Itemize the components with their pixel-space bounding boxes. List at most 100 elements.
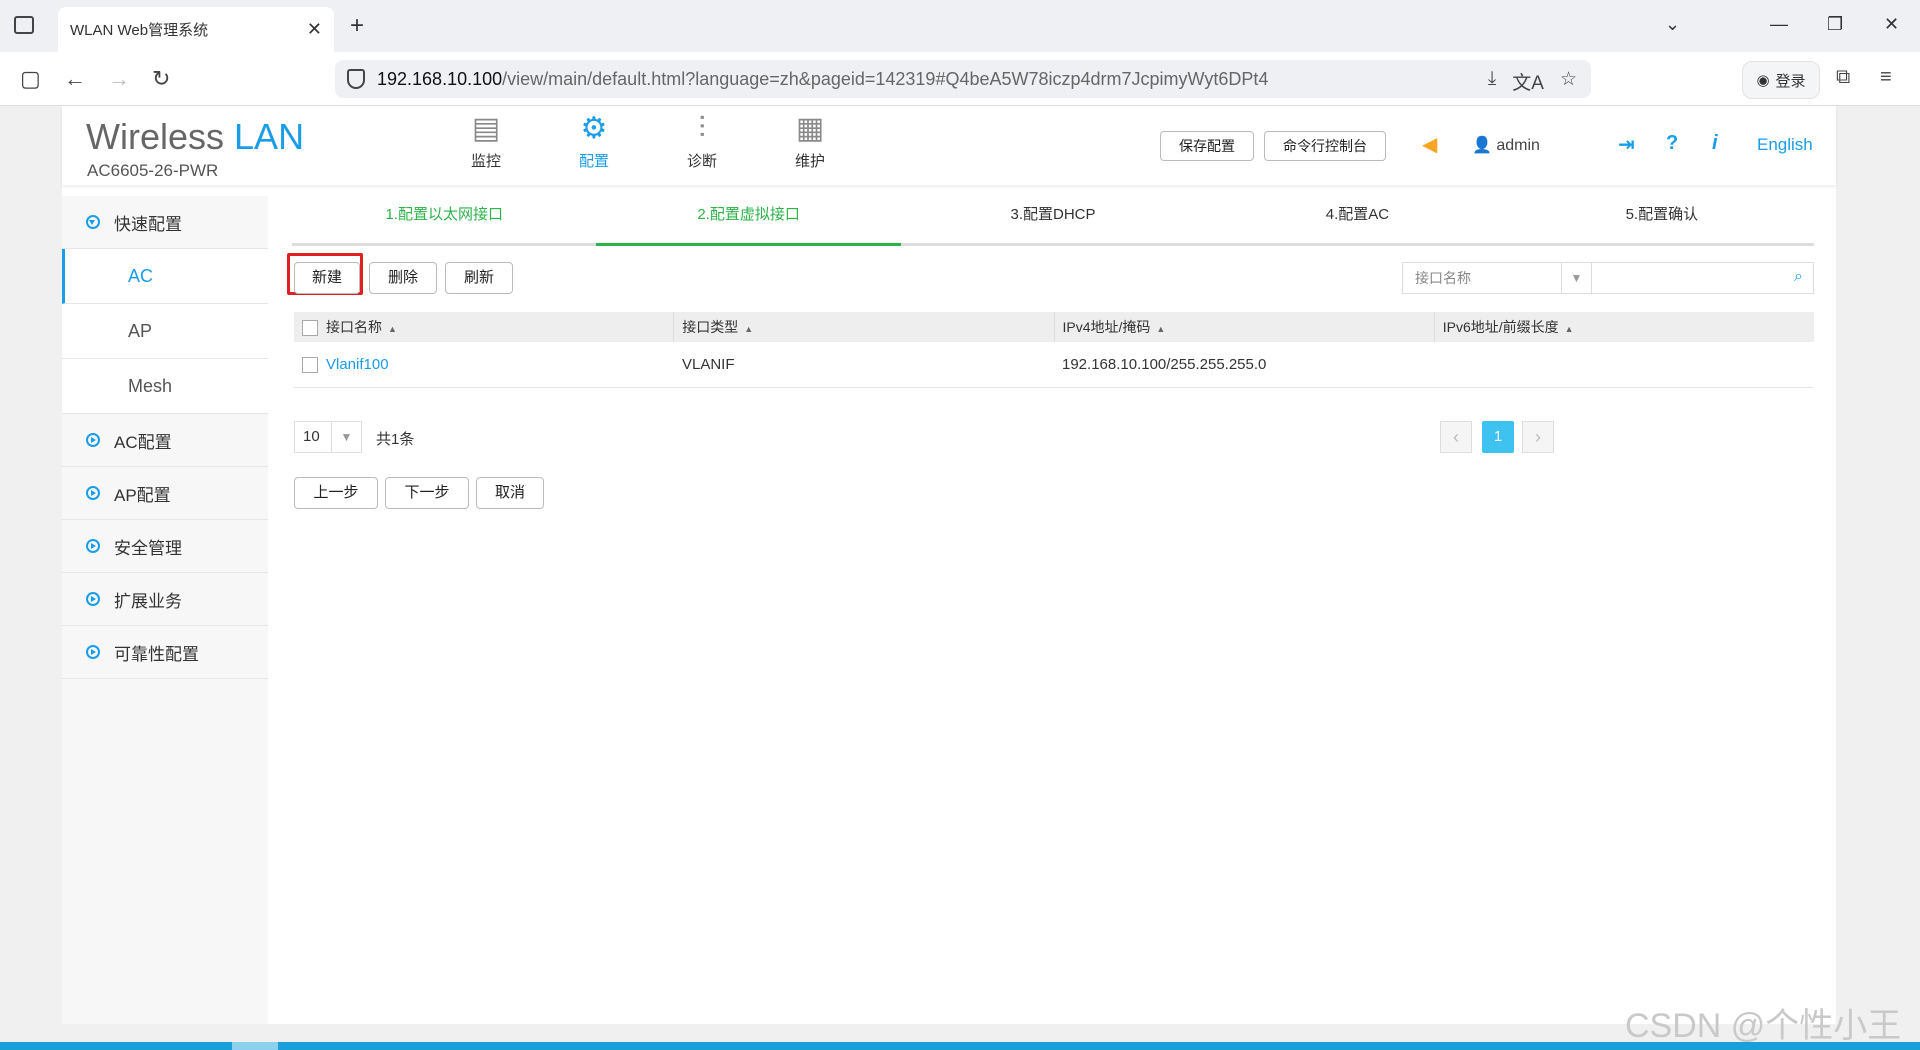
save-config-button[interactable]: 保存配置 — [1160, 131, 1254, 161]
sidebar-label: 快速配置 — [114, 214, 182, 234]
username: admin — [1496, 137, 1540, 154]
search-icon[interactable]: ⌕ — [1794, 268, 1803, 286]
bookmark-star-icon[interactable]: ☆ — [1560, 68, 1577, 95]
step-5[interactable]: 5.配置确认 — [1510, 196, 1814, 243]
wlan-app: Wireless LAN AC6605-26-PWR ▤ 监控 ⚙ 配置 ⫶ 诊… — [62, 106, 1836, 1024]
url-path: /view/main/default.html?language=zh&page… — [502, 68, 1269, 89]
minimize-icon[interactable]: — — [1770, 14, 1788, 35]
step-2[interactable]: 2.配置虚拟接口 — [596, 196, 902, 246]
nav-config[interactable]: ⚙ 配置 — [540, 112, 648, 171]
search-field-select[interactable]: 接口名称 ▼ — [1402, 262, 1591, 294]
sidebar-toggle-icon[interactable]: ▢ — [20, 66, 41, 92]
maintenance-icon: ▦ — [795, 112, 825, 145]
language-switch[interactable]: English — [1757, 135, 1813, 155]
sort-icon: ▲ — [1156, 324, 1166, 334]
site-info-icon[interactable] — [347, 69, 365, 89]
gear-icon: ⚙ — [580, 112, 608, 145]
address-bar[interactable]: 192.168.10.100/view/main/default.html?la… — [335, 60, 1591, 98]
download-icon[interactable]: ⤓ — [1488, 68, 1496, 95]
col-type[interactable]: 接口类型 ▲ — [674, 312, 1055, 342]
browser-tab[interactable]: WLAN Web管理系统 ✕ — [58, 7, 334, 52]
chevron-down-icon: ▼ — [1561, 263, 1591, 293]
search-input[interactable]: ⌕ — [1591, 262, 1814, 294]
new-button[interactable]: 新建 — [294, 262, 360, 294]
cell-ipv6 — [1434, 342, 1814, 387]
col-ipv4[interactable]: IPv4地址/掩码 ▲ — [1055, 312, 1435, 342]
help-icon[interactable]: ? — [1666, 132, 1678, 155]
expand-icon — [86, 539, 100, 553]
menu-icon[interactable]: ≡ — [1880, 66, 1892, 89]
expand-icon — [86, 592, 100, 606]
page-size-select[interactable]: 10 ▼ — [294, 421, 362, 453]
prev-step-button[interactable]: 上一步 — [294, 477, 378, 509]
sidebar-group-security[interactable]: 安全管理 — [62, 520, 268, 573]
sidebar-item-ap[interactable]: AP — [62, 304, 268, 359]
cancel-button[interactable]: 取消 — [476, 477, 544, 509]
col-label: IPv6地址/前缀长度 — [1442, 319, 1559, 335]
forward-icon[interactable]: → — [108, 66, 130, 92]
url-host: 192.168.10.100 — [377, 68, 503, 89]
table-row[interactable]: Vlanif100 VLANIF 192.168.10.100/255.255.… — [294, 342, 1814, 388]
taskbar-segment — [232, 1042, 278, 1050]
sidebar-group-ac-config[interactable]: AC配置 — [62, 414, 268, 467]
chevron-down-icon: ▼ — [331, 422, 361, 452]
profile-icon: ◉ — [1756, 72, 1770, 89]
interface-link[interactable]: Vlanif100 — [326, 356, 389, 373]
info-icon[interactable]: i — [1712, 132, 1718, 155]
nav-diagnose[interactable]: ⫶ 诊断 — [648, 112, 756, 171]
vertical-scrollbar[interactable] — [1898, 106, 1920, 1024]
col-label: IPv4地址/掩码 — [1062, 319, 1151, 335]
restore-icon[interactable]: ❐ — [1827, 14, 1843, 35]
step-1[interactable]: 1.配置以太网接口 — [292, 196, 596, 243]
translate-icon[interactable]: 文A — [1512, 68, 1544, 95]
refresh-button[interactable]: 刷新 — [445, 262, 513, 294]
step-4[interactable]: 4.配置AC — [1205, 196, 1509, 243]
cli-console-button[interactable]: 命令行控制台 — [1264, 131, 1386, 161]
nav-monitor[interactable]: ▤ 监控 — [432, 112, 540, 171]
page-viewport: Wireless LAN AC6605-26-PWR ▤ 监控 ⚙ 配置 ⫶ 诊… — [0, 106, 1920, 1024]
row-checkbox[interactable] — [302, 357, 318, 374]
next-step-button[interactable]: 下一步 — [385, 477, 469, 509]
main-nav: ▤ 监控 ⚙ 配置 ⫶ 诊断 ▦ 维护 — [432, 112, 864, 171]
close-tab-icon[interactable]: ✕ — [307, 19, 322, 40]
next-page-button[interactable]: › — [1522, 421, 1554, 453]
alarm-icon[interactable]: ◀ — [1422, 132, 1437, 157]
new-tab-icon[interactable]: + — [350, 12, 364, 40]
nav-maintain[interactable]: ▦ 维护 — [756, 112, 864, 171]
step-3[interactable]: 3.配置DHCP — [901, 196, 1205, 243]
close-window-icon[interactable]: ✕ — [1884, 14, 1899, 35]
tab-list-icon[interactable] — [14, 16, 34, 34]
sidebar-label: AC配置 — [114, 432, 172, 452]
logo-accent: LAN — [234, 116, 305, 157]
nav-label: 维护 — [794, 153, 825, 170]
user-info[interactable]: 👤 admin — [1472, 135, 1540, 155]
sidebar-item-ac[interactable]: AC — [62, 249, 268, 304]
extensions-icon[interactable]: ⧉ — [1836, 66, 1850, 89]
browser-toolbar: ▢ ← → ↻ 192.168.10.100/view/main/default… — [0, 52, 1920, 106]
col-name[interactable]: 接口名称 ▲ — [294, 312, 675, 342]
profile-login-button[interactable]: ◉ 登录 — [1742, 61, 1820, 99]
sidebar-label: 可靠性配置 — [114, 644, 199, 664]
col-label: 接口名称 — [326, 319, 382, 335]
nav-label: 诊断 — [686, 153, 717, 170]
back-icon[interactable]: ← — [64, 66, 86, 92]
select-all-checkbox[interactable] — [302, 320, 318, 337]
current-page[interactable]: 1 — [1482, 421, 1514, 453]
login-label: 登录 — [1775, 72, 1806, 90]
sidebar-group-ap-config[interactable]: AP配置 — [62, 467, 268, 520]
user-icon: 👤 — [1472, 137, 1492, 154]
delete-button[interactable]: 删除 — [369, 262, 437, 294]
cell-name: Vlanif100 — [294, 342, 674, 387]
sidebar-item-mesh[interactable]: Mesh — [62, 359, 268, 414]
expand-icon — [86, 433, 100, 447]
sidebar-group-reliability[interactable]: 可靠性配置 — [62, 626, 268, 679]
tab-dropdown-icon[interactable]: ⌄ — [1665, 14, 1680, 35]
sort-icon: ▲ — [388, 324, 397, 334]
col-ipv6[interactable]: IPv6地址/前缀长度 ▲ — [1435, 312, 1814, 342]
prev-page-button[interactable]: ‹ — [1440, 421, 1472, 453]
sidebar-group-quick[interactable]: 快速配置 — [62, 196, 268, 249]
sort-icon: ▲ — [744, 324, 754, 334]
logout-icon[interactable]: ⇥ — [1618, 132, 1635, 157]
reload-icon[interactable]: ↻ — [152, 66, 170, 92]
sidebar-group-extended[interactable]: 扩展业务 — [62, 573, 268, 626]
